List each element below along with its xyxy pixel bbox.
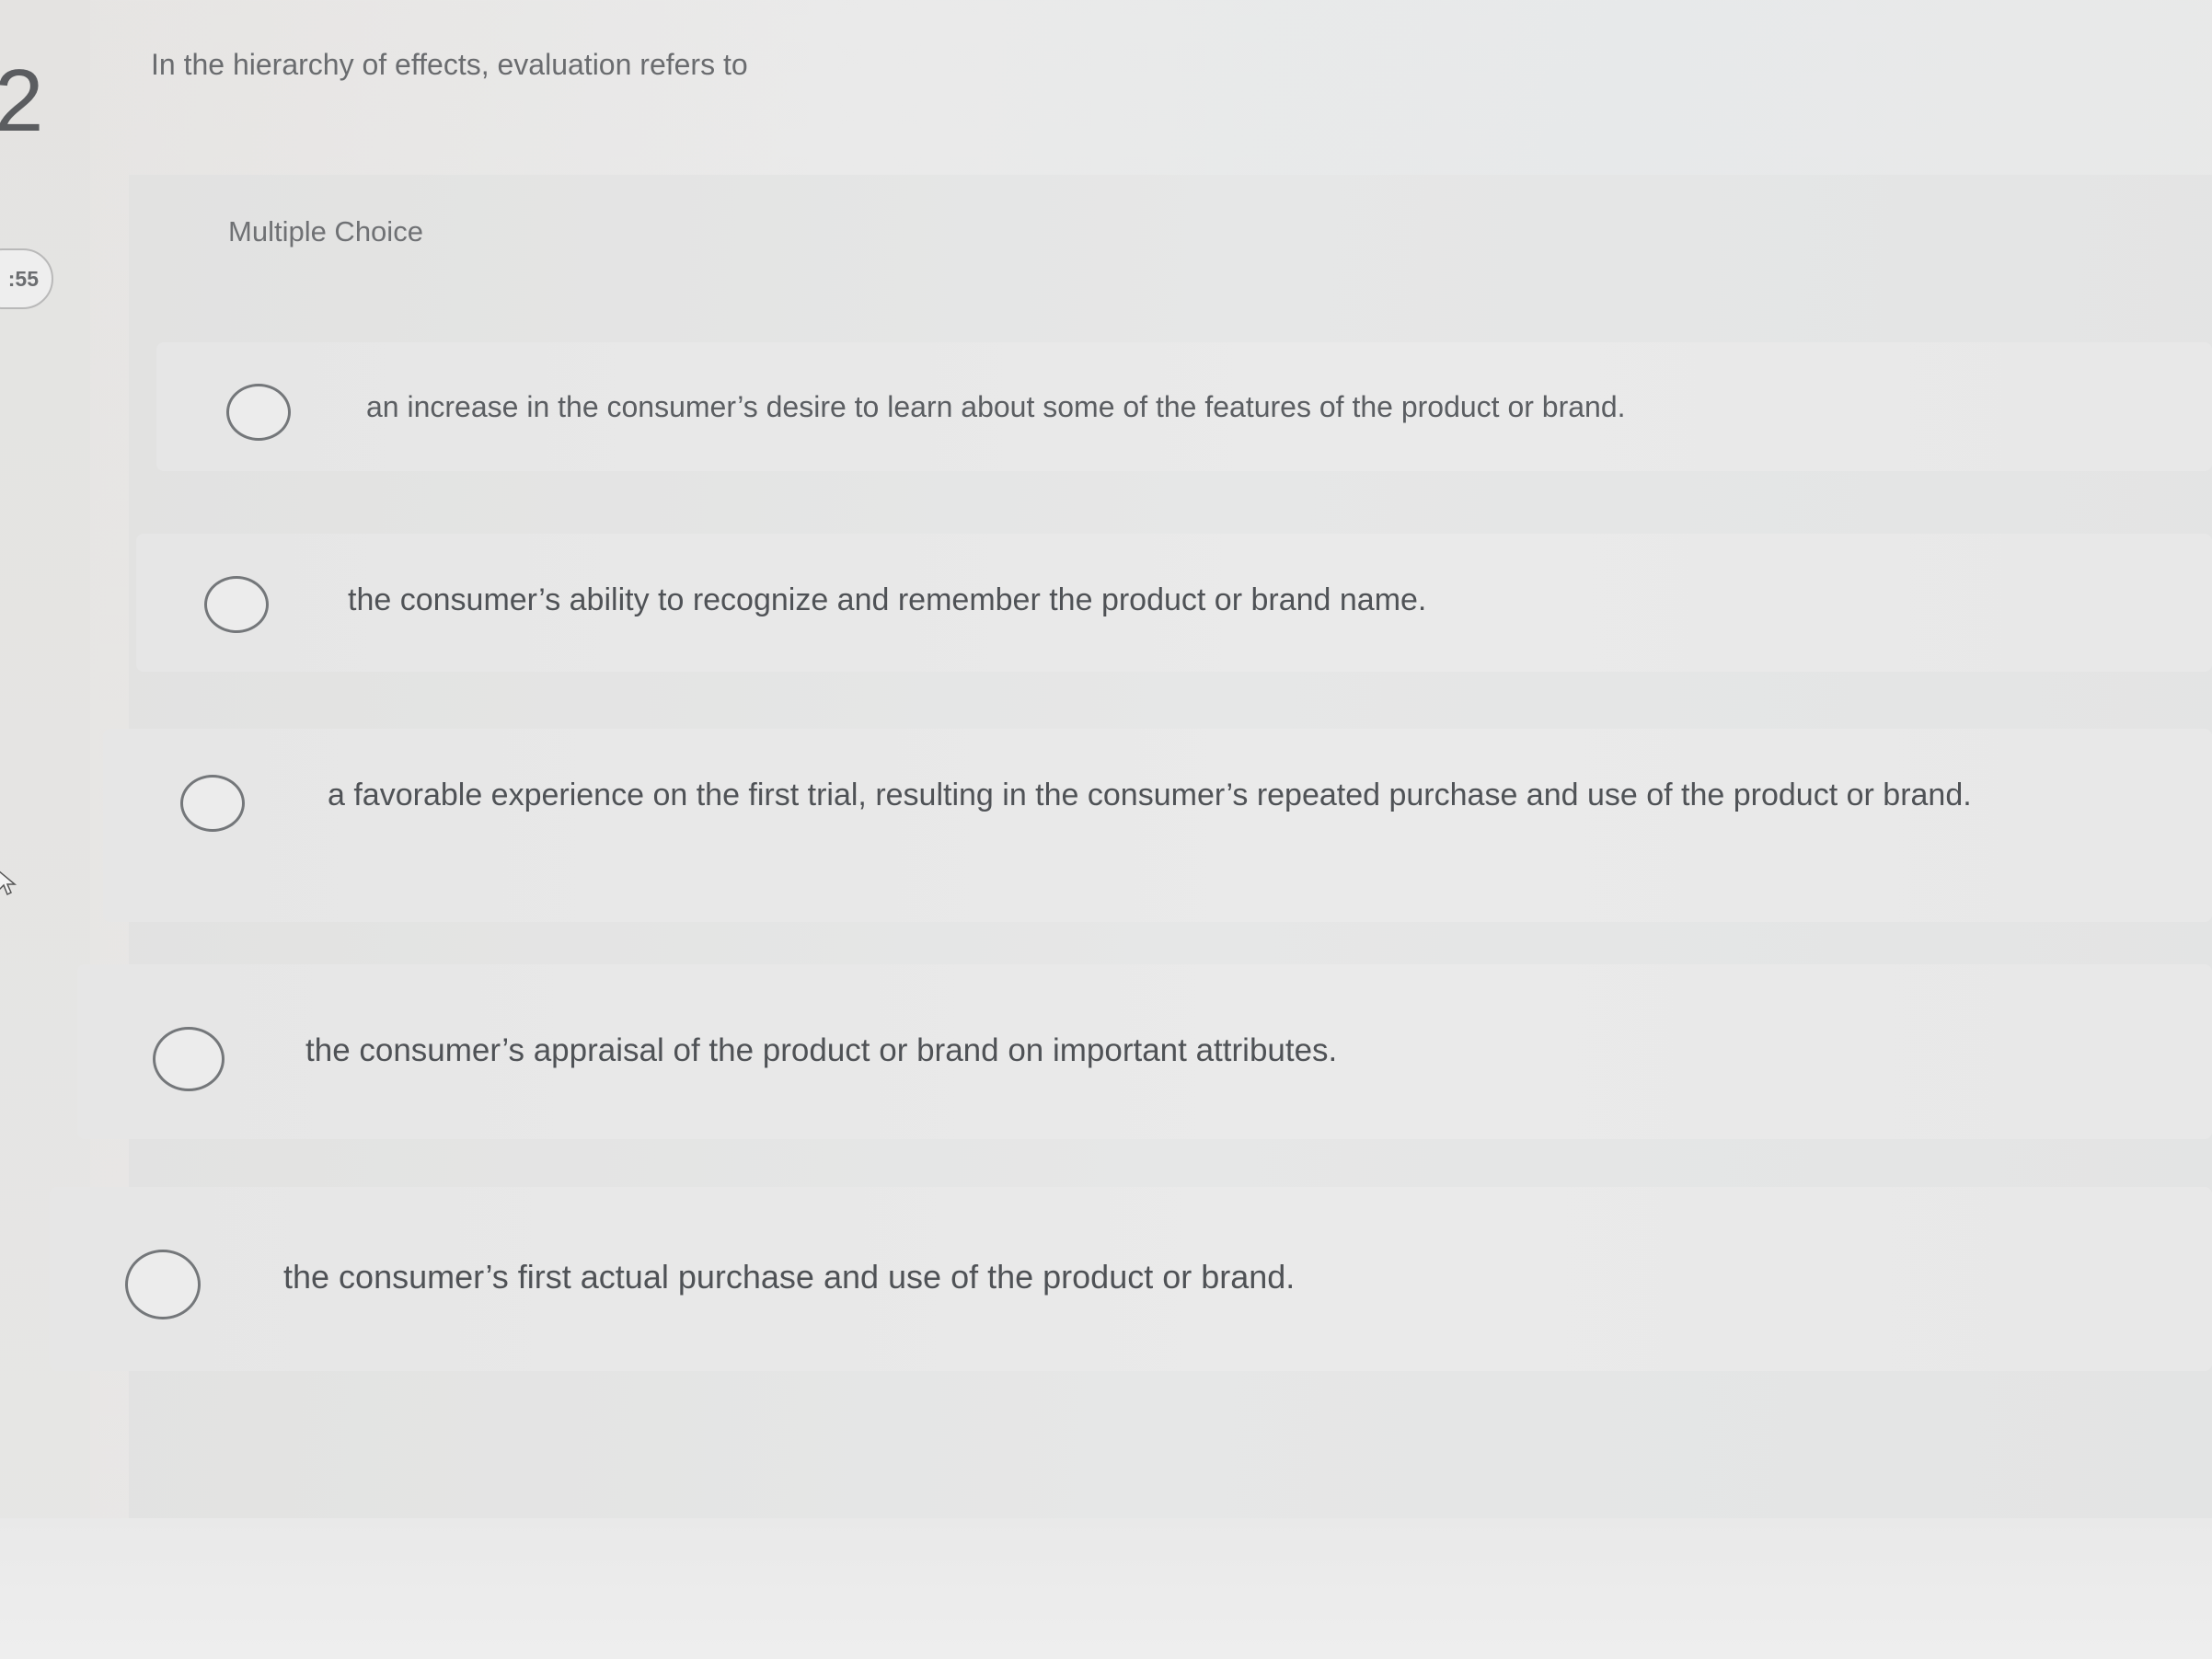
answer-option-label: an increase in the consumer’s desire to … (366, 390, 1626, 423)
answer-option-label: a favorable experience on the first tria… (328, 778, 1972, 812)
radio-button-icon[interactable] (125, 1250, 201, 1319)
answer-option-label: the consumer’s appraisal of the product … (305, 1032, 1338, 1068)
timer-badge: :55 (0, 248, 53, 309)
question-prompt: In the hierarchy of effects, evaluation … (151, 48, 748, 81)
answer-option-label: the consumer’s first actual purchase and… (283, 1258, 1296, 1296)
answer-option-4[interactable]: the consumer’s appraisal of the product … (77, 964, 2212, 1139)
radio-button-icon[interactable] (204, 576, 269, 633)
answer-option-3[interactable]: a favorable experience on the first tria… (103, 729, 2212, 922)
radio-button-icon[interactable] (180, 775, 245, 832)
question-type-label: Multiple Choice (228, 215, 423, 248)
answer-option-label: the consumer’s ability to recognize and … (348, 582, 1427, 617)
answer-option-5[interactable]: the consumer’s first actual purchase and… (50, 1187, 2212, 1371)
radio-button-icon[interactable] (153, 1027, 225, 1091)
radio-button-icon[interactable] (226, 384, 291, 441)
mouse-pointer-icon (0, 870, 17, 896)
answer-option-1[interactable]: an increase in the consumer’s desire to … (156, 342, 2212, 471)
question-number: 2 (0, 52, 44, 150)
page-footer-area (0, 1518, 2212, 1659)
answer-option-2[interactable]: the consumer’s ability to recognize and … (136, 534, 2212, 672)
question-navigation-rail: 2 :55 (0, 0, 90, 1659)
